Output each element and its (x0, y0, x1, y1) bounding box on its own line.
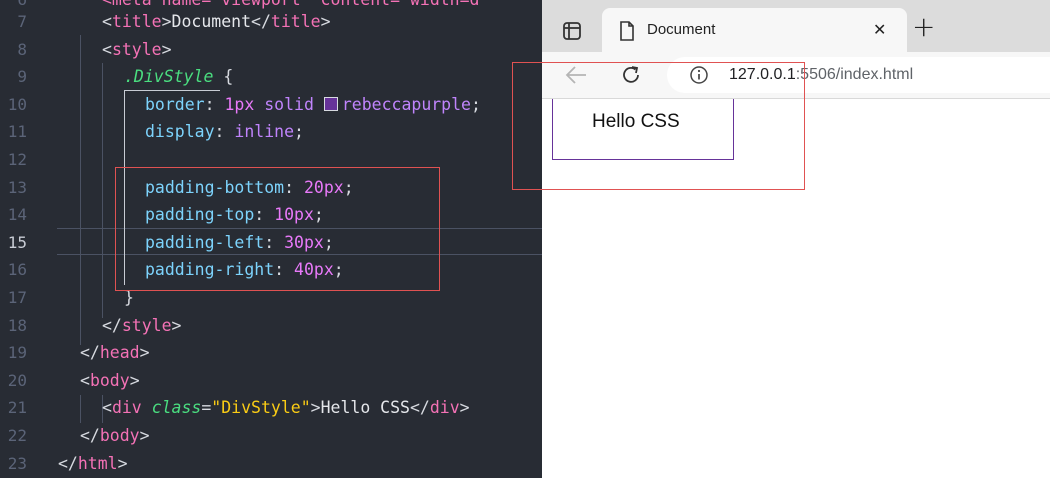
close-icon[interactable]: ✕ (873, 20, 886, 39)
line-number: 23 (7, 453, 27, 473)
line-number: 16 (7, 260, 27, 280)
line-number: 14 (7, 205, 27, 225)
code-line-8: 8 <style> (0, 36, 542, 64)
line-number: 18 (7, 315, 27, 335)
code-line-9: 9 .DivStyle { (0, 63, 542, 91)
line-number: 13 (7, 177, 27, 197)
line-number: 19 (7, 343, 27, 363)
code-line-21: 21 <div class="DivStyle">Hello CSS</div> (0, 394, 542, 422)
line-number: 20 (7, 370, 27, 390)
line-number: 12 (7, 150, 27, 169)
code-line-7: 7 <title>Document</title> (0, 8, 542, 36)
document-icon (619, 21, 635, 45)
line-number: 11 (7, 122, 27, 142)
line-number: 22 (7, 426, 27, 445)
code-line-18: 18 </style> (0, 312, 542, 340)
sidebar-icon[interactable] (562, 21, 582, 45)
new-tab-button[interactable]: + (912, 10, 935, 43)
line-number: 15 (7, 232, 27, 252)
code-line-11: 11 display: inline; (0, 118, 542, 146)
code-line-19: 19 </head> (0, 339, 542, 367)
tab-title: Document (647, 21, 716, 38)
code-line-10: 10 border: 1px solid rebeccapurple; (0, 91, 542, 119)
tab-strip: Document ✕ + (542, 0, 1050, 52)
line-number: 17 (7, 288, 27, 307)
line-number: 7 (17, 12, 27, 31)
line-number: 8 (17, 39, 27, 59)
annotation-box-padding-rules (115, 167, 440, 291)
code-line-22: 22 </body> (0, 422, 542, 450)
tab-document[interactable]: Document ✕ (602, 8, 907, 52)
line-number: 9 (17, 67, 27, 87)
line-number: 21 (7, 398, 27, 418)
code-line-20: 20 <body> (0, 367, 542, 395)
line-number: 10 (7, 94, 27, 114)
color-swatch[interactable] (323, 96, 338, 111)
annotation-box-rendered-output (512, 62, 805, 190)
code-line-23: 23 </html> (0, 450, 542, 478)
